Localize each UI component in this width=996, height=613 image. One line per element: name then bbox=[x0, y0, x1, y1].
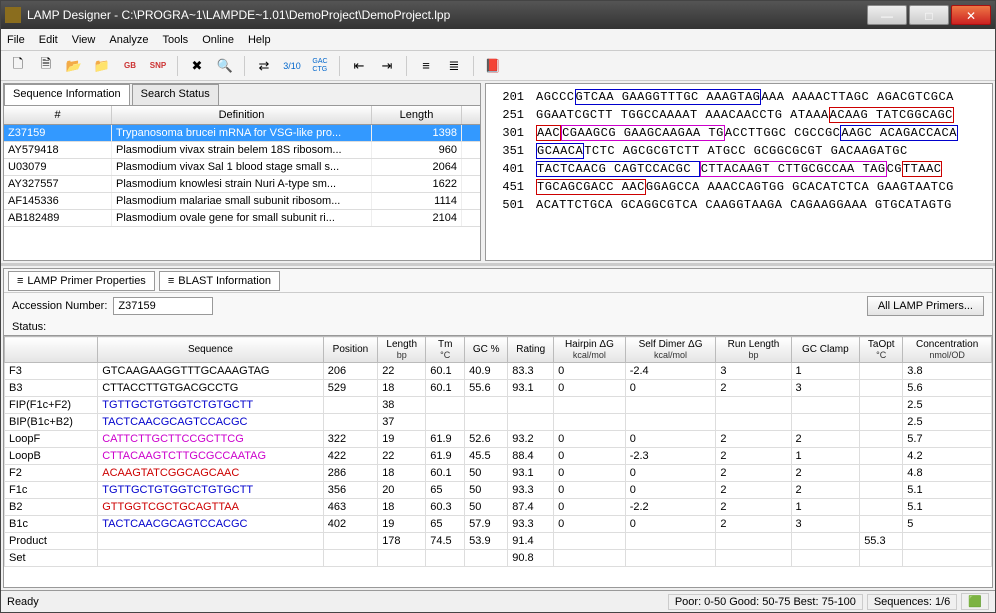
col-header[interactable]: TaOpt°C bbox=[860, 337, 903, 363]
table-row[interactable]: LoopFCATTCTTGCTTCCGCTTCG3221961.952.693.… bbox=[5, 431, 992, 448]
close-button[interactable]: ✕ bbox=[951, 5, 991, 25]
table-row[interactable]: Product17874.553.991.455.3 bbox=[5, 533, 992, 550]
table-row[interactable]: F3GTCAAGAAGGTTTGCAAAGTAG2062260.140.983.… bbox=[5, 363, 992, 380]
col-definition[interactable]: Definition bbox=[112, 106, 372, 124]
folder-icon[interactable]: 📁 bbox=[91, 55, 113, 77]
tab-search-status[interactable]: Search Status bbox=[132, 84, 219, 105]
col-header[interactable]: Lengthbp bbox=[378, 337, 426, 363]
primer-tabs: ≡LAMP Primer Properties ≡BLAST Informati… bbox=[4, 269, 992, 293]
table-row[interactable]: B3CTTACCTTGTGACGCCTG5291860.155.693.1002… bbox=[5, 380, 992, 397]
book-icon[interactable]: 📕 bbox=[482, 55, 504, 77]
snp-icon[interactable]: SNP bbox=[147, 55, 169, 77]
table-row[interactable]: LoopBCTTACAAGTCTTGCGCCAATAG4222261.945.5… bbox=[5, 448, 992, 465]
align-left-icon[interactable]: ⇤ bbox=[348, 55, 370, 77]
align-right-icon[interactable]: ⇥ bbox=[376, 55, 398, 77]
col-header[interactable]: Run Lengthbp bbox=[716, 337, 791, 363]
table-row[interactable]: AF145336Plasmodium malariae small subuni… bbox=[4, 193, 480, 210]
status-label: Status: bbox=[4, 319, 992, 335]
find-icon[interactable]: 🔍 bbox=[214, 55, 236, 77]
table-row[interactable]: U03079Plasmodium vivax Sal 1 blood stage… bbox=[4, 159, 480, 176]
col-length[interactable]: Length bbox=[372, 106, 462, 124]
col-header[interactable]: Concentrationnmol/OD bbox=[903, 337, 992, 363]
maximize-button[interactable]: □ bbox=[909, 5, 949, 25]
toolbar-separator bbox=[339, 56, 340, 76]
accession-input[interactable] bbox=[113, 297, 213, 315]
table-row[interactable]: FIP(F1c+F2)TGTTGCTGTGGTCTGTGCTT382.5 bbox=[5, 397, 992, 414]
table-row[interactable]: AY579418Plasmodium vivax strain belem 18… bbox=[4, 142, 480, 159]
col-header[interactable]: Tm°C bbox=[426, 337, 465, 363]
top-split: Sequence Information Search Status # Def… bbox=[1, 81, 995, 266]
primer-table[interactable]: SequencePositionLengthbpTm°CGC %RatingHa… bbox=[4, 335, 992, 587]
ratio-icon[interactable]: 3/10 bbox=[281, 55, 303, 77]
bars2-icon[interactable]: ≣ bbox=[443, 55, 465, 77]
table-row[interactable]: F2ACAAGTATCGGCAGCAAC2861860.15093.100224… bbox=[5, 465, 992, 482]
table-row[interactable]: B1cTACTCAACGCAGTCCACGC402196557.993.3002… bbox=[5, 516, 992, 533]
open-folder-icon[interactable]: 📂 bbox=[63, 55, 85, 77]
menu-file[interactable]: File bbox=[7, 34, 25, 46]
table-row[interactable]: Set90.8 bbox=[5, 550, 992, 567]
open-icon[interactable]: 🗎 bbox=[35, 55, 57, 77]
statusbar: Ready Poor: 0-50 Good: 50-75 Best: 75-10… bbox=[1, 590, 995, 612]
sequence-info-tabs: Sequence Information Search Status bbox=[4, 84, 480, 106]
col-header[interactable]: GC % bbox=[465, 337, 508, 363]
col-header[interactable]: GC Clamp bbox=[791, 337, 860, 363]
workarea: Sequence Information Search Status # Def… bbox=[1, 81, 995, 590]
primer-table-header: SequencePositionLengthbpTm°CGC %RatingHa… bbox=[5, 337, 992, 363]
gac-ctg-icon[interactable]: GAC CTG bbox=[309, 55, 331, 77]
toolbar-separator bbox=[473, 56, 474, 76]
primer-table-body: F3GTCAAGAAGGTTTGCAAAGTAG2062260.140.983.… bbox=[5, 363, 992, 567]
col-header[interactable]: Self Dimer ΔGkcal/mol bbox=[625, 337, 716, 363]
col-header[interactable] bbox=[5, 337, 98, 363]
sequence-info-panel: Sequence Information Search Status # Def… bbox=[3, 83, 481, 261]
menu-online[interactable]: Online bbox=[202, 34, 234, 46]
table-row[interactable]: AY327557Plasmodium knowlesi strain Nuri … bbox=[4, 176, 480, 193]
delete-icon[interactable]: ✖ bbox=[186, 55, 208, 77]
sequence-table-header: # Definition Length bbox=[4, 106, 480, 125]
sequence-viewer[interactable]: 201AGCCCGTCAA GAAGGTTTGC AAAGTAGAAA AAAA… bbox=[485, 83, 993, 261]
toolbar-separator bbox=[177, 56, 178, 76]
col-header[interactable]: Sequence bbox=[98, 337, 323, 363]
menu-view[interactable]: View bbox=[72, 34, 96, 46]
menu-analyze[interactable]: Analyze bbox=[109, 34, 148, 46]
table-row[interactable]: BIP(B1c+B2)TACTCAACGCAGTCCACGC372.5 bbox=[5, 414, 992, 431]
toolbar-separator bbox=[406, 56, 407, 76]
threshold-icon[interactable]: ⇄ bbox=[253, 55, 275, 77]
gb-icon[interactable]: GB bbox=[119, 55, 141, 77]
tab-sequence-information[interactable]: Sequence Information bbox=[4, 84, 130, 105]
table-row[interactable]: AB182489Plasmodium ovale gene for small … bbox=[4, 210, 480, 227]
new-icon[interactable]: 🗋 bbox=[7, 55, 29, 77]
titlebar: LAMP Designer - C:\PROGRA~1\LAMPDE~1.01\… bbox=[1, 1, 995, 29]
app-icon bbox=[5, 7, 21, 23]
col-header[interactable]: Rating bbox=[508, 337, 554, 363]
window-title: LAMP Designer - C:\PROGRA~1\LAMPDE~1.01\… bbox=[27, 8, 865, 22]
bars-icon: ≡ bbox=[168, 275, 174, 287]
status-legend: Poor: 0-50 Good: 50-75 Best: 75-100 bbox=[668, 594, 863, 610]
table-row[interactable]: Z37159Trypanosoma brucei mRNA for VSG-li… bbox=[4, 125, 480, 142]
col-header[interactable]: Position bbox=[323, 337, 377, 363]
menu-tools[interactable]: Tools bbox=[163, 34, 189, 46]
bars-icon: ≡ bbox=[17, 275, 23, 287]
toolbar: 🗋 🗎 📂 📁 GB SNP ✖ 🔍 ⇄ 3/10 GAC CTG ⇤ ⇥ ≡ … bbox=[1, 51, 995, 81]
table-row[interactable]: F1cTGTTGCTGTGGTCTGTGCTT35620655093.30022… bbox=[5, 482, 992, 499]
tab-blast-information[interactable]: ≡BLAST Information bbox=[159, 271, 280, 291]
status-ready: Ready bbox=[7, 596, 39, 608]
sequence-table-body[interactable]: Z37159Trypanosoma brucei mRNA for VSG-li… bbox=[4, 125, 480, 260]
bars-icon[interactable]: ≡ bbox=[415, 55, 437, 77]
primer-panel: ≡LAMP Primer Properties ≡BLAST Informati… bbox=[3, 268, 993, 588]
menubar: File Edit View Analyze Tools Online Help bbox=[1, 29, 995, 51]
toolbar-separator bbox=[244, 56, 245, 76]
col-header[interactable]: Hairpin ΔGkcal/mol bbox=[554, 337, 626, 363]
accession-label: Accession Number: bbox=[12, 300, 107, 312]
status-flag-icon: 🟩 bbox=[961, 593, 989, 610]
tab-lamp-primer-properties[interactable]: ≡LAMP Primer Properties bbox=[8, 271, 155, 291]
table-row[interactable]: B2GTTGGTCGCTGCAGTTAA4631860.35087.40-2.2… bbox=[5, 499, 992, 516]
col-accession[interactable]: # bbox=[4, 106, 112, 124]
status-sequences: Sequences: 1/6 bbox=[867, 594, 957, 610]
all-lamp-primers-button[interactable]: All LAMP Primers... bbox=[867, 296, 984, 316]
minimize-button[interactable]: — bbox=[867, 5, 907, 25]
menu-edit[interactable]: Edit bbox=[39, 34, 58, 46]
menu-help[interactable]: Help bbox=[248, 34, 271, 46]
accession-row: Accession Number: All LAMP Primers... bbox=[4, 293, 992, 319]
app-window: LAMP Designer - C:\PROGRA~1\LAMPDE~1.01\… bbox=[0, 0, 996, 613]
